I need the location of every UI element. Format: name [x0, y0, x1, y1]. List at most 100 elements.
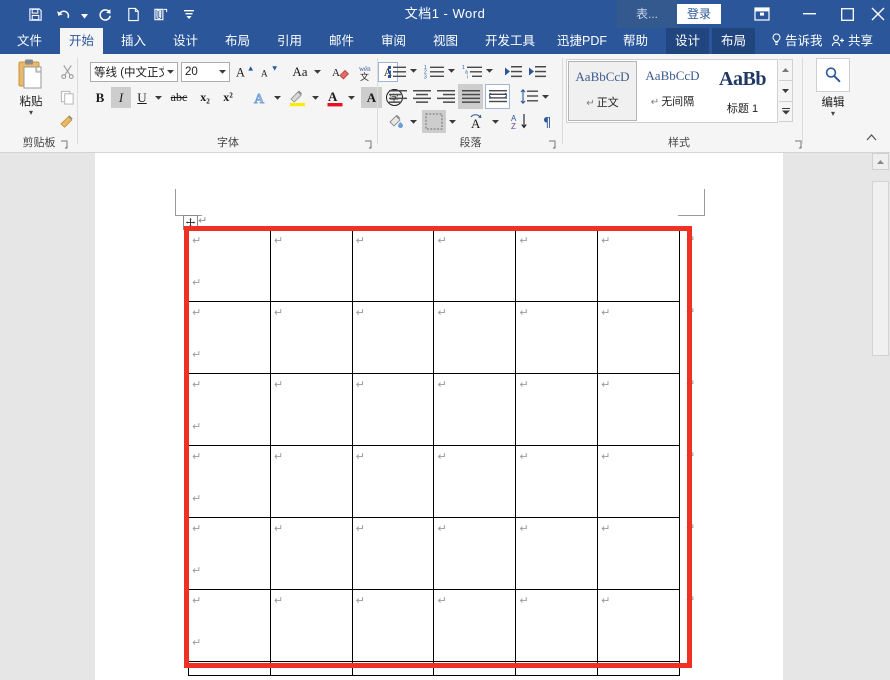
- share-button[interactable]: 共享: [822, 28, 882, 54]
- editing-button[interactable]: 编辑 ▾: [812, 58, 854, 118]
- maximize-button[interactable]: [828, 0, 866, 28]
- line-spacing-dropdown-icon[interactable]: [540, 86, 550, 107]
- table-cell[interactable]: ↵: [269, 373, 353, 446]
- grow-font-icon[interactable]: A: [234, 62, 255, 82]
- font-size-dropdown-icon[interactable]: [216, 63, 229, 81]
- align-center-icon[interactable]: [410, 86, 433, 107]
- table-cell[interactable]: ↵: [351, 517, 435, 590]
- table-cell[interactable]: ↵: [597, 445, 680, 518]
- sort-icon[interactable]: AZ: [508, 111, 532, 132]
- table-cell[interactable]: ↵: [351, 373, 435, 446]
- table-cell[interactable]: ↵: [351, 445, 435, 518]
- table-cell[interactable]: ↵: [515, 589, 599, 662]
- numbering-dropdown-icon[interactable]: [446, 61, 456, 81]
- decrease-indent-icon[interactable]: [502, 61, 524, 81]
- clear-formatting-icon[interactable]: A: [330, 62, 352, 82]
- table-move-handle[interactable]: [183, 215, 198, 230]
- change-case-icon[interactable]: Aa: [288, 62, 312, 82]
- highlight-icon[interactable]: [286, 87, 310, 108]
- tab-review[interactable]: 审阅: [372, 28, 415, 54]
- underline-button[interactable]: U: [132, 87, 152, 108]
- tab-layout[interactable]: 布局: [216, 28, 259, 54]
- style-heading-1[interactable]: AaBb 标题 1: [708, 61, 777, 121]
- italic-button[interactable]: I: [111, 87, 131, 108]
- clipboard-dialog-launcher[interactable]: [60, 140, 69, 149]
- distribute-icon[interactable]: [485, 84, 510, 109]
- table-cell[interactable]: ↵: [433, 373, 517, 446]
- table-row-partial[interactable]: [188, 661, 680, 676]
- table-row[interactable]: ↵ ↵ ↵ ↵ ↵ ↵ ↵: [188, 373, 680, 446]
- undo-icon[interactable]: [50, 1, 76, 27]
- table-cell[interactable]: ↵: [515, 373, 599, 446]
- shrink-font-icon[interactable]: A: [258, 62, 279, 82]
- tab-developer[interactable]: 开发工具: [476, 28, 544, 54]
- text-effects-icon[interactable]: A: [249, 87, 271, 108]
- tab-file[interactable]: 文件: [8, 28, 51, 54]
- table-cell[interactable]: ↵: [269, 589, 353, 662]
- table-row[interactable]: ↵ ↵ ↵ ↵ ↵ ↵ ↵: [188, 301, 680, 374]
- tab-home[interactable]: 开始: [60, 28, 104, 54]
- tab-mailings[interactable]: 邮件: [320, 28, 363, 54]
- table-cell[interactable]: ↵: [597, 301, 680, 374]
- increase-indent-icon[interactable]: [526, 61, 548, 81]
- format-painter-icon[interactable]: [56, 110, 78, 132]
- table-cell[interactable]: ↵ ↵: [188, 301, 271, 374]
- table-row[interactable]: ↵ ↵ ↵ ↵ ↵ ↵ ↵: [188, 445, 680, 518]
- close-button[interactable]: [866, 0, 890, 28]
- copy-icon[interactable]: [56, 86, 78, 108]
- table-cell[interactable]: ↵ ↵: [188, 517, 271, 590]
- table-cell[interactable]: ↵: [351, 589, 435, 662]
- superscript-button[interactable]: x²: [217, 87, 239, 108]
- paste-button[interactable]: 粘贴 ▾: [8, 58, 54, 117]
- table-cell[interactable]: [515, 661, 599, 676]
- table-cell[interactable]: ↵: [269, 517, 353, 590]
- highlight-dropdown-icon[interactable]: [310, 87, 320, 108]
- table-cell[interactable]: [269, 661, 353, 676]
- attachment-icon[interactable]: [148, 1, 174, 27]
- table-cell[interactable]: ↵: [351, 301, 435, 374]
- borders-dropdown-icon[interactable]: [446, 110, 459, 133]
- borders-icon[interactable]: [422, 110, 446, 133]
- shading-dropdown-icon[interactable]: [408, 111, 418, 132]
- asian-layout-dropdown-icon[interactable]: [490, 111, 500, 132]
- scrollbar-thumb[interactable]: [872, 181, 889, 356]
- styles-more-button[interactable]: [779, 101, 793, 122]
- asian-layout-icon[interactable]: A: [466, 111, 490, 132]
- document-page[interactable]: ↵ ↵ ↵ ↵ ↵ ↵ ↵ ↵ ↵ ↵ ↵ ↵ ↵ ↵ ↵ ↵ ↵ ↵ ↵ ↵ …: [95, 153, 783, 680]
- cut-icon[interactable]: [56, 60, 78, 82]
- document-table[interactable]: ↵ ↵ ↵ ↵ ↵ ↵ ↵ ↵ ↵ ↵ ↵ ↵ ↵ ↵ ↵ ↵ ↵ ↵ ↵ ↵ …: [188, 229, 680, 676]
- multilevel-list-icon[interactable]: 1ai: [460, 61, 484, 81]
- tab-help[interactable]: 帮助: [614, 28, 657, 54]
- tab-table-design[interactable]: 设计: [666, 28, 710, 54]
- table-cell[interactable]: ↵: [433, 517, 517, 590]
- table-cell[interactable]: ↵ ↵: [188, 229, 271, 302]
- paragraph-dialog-launcher[interactable]: [548, 140, 557, 149]
- justify-icon[interactable]: [458, 84, 483, 109]
- align-left-icon[interactable]: [386, 86, 409, 107]
- align-right-icon[interactable]: [434, 86, 457, 107]
- table-cell[interactable]: [351, 661, 435, 676]
- strikethrough-button[interactable]: abc: [166, 87, 192, 108]
- table-cell[interactable]: ↵: [433, 229, 517, 302]
- table-row[interactable]: ↵ ↵ ↵ ↵ ↵ ↵ ↵: [188, 517, 680, 590]
- tab-design[interactable]: 设计: [164, 28, 207, 54]
- font-color-icon[interactable]: A: [324, 87, 346, 108]
- font-name-dropdown-icon[interactable]: [164, 63, 177, 81]
- table-cell[interactable]: ↵: [269, 229, 353, 302]
- tab-references[interactable]: 引用: [268, 28, 311, 54]
- table-cell[interactable]: ↵: [515, 517, 599, 590]
- table-cell[interactable]: ↵: [269, 301, 353, 374]
- table-cell[interactable]: ↵: [433, 589, 517, 662]
- minimize-button[interactable]: [790, 0, 828, 28]
- sign-in-button[interactable]: 登录: [677, 4, 722, 24]
- bold-button[interactable]: B: [90, 87, 110, 108]
- new-document-icon[interactable]: [120, 1, 146, 27]
- table-cell[interactable]: [188, 661, 271, 676]
- font-size-combo[interactable]: 20: [181, 62, 230, 82]
- font-color-dropdown-icon[interactable]: [346, 87, 356, 108]
- subscript-button[interactable]: x₂: [194, 87, 216, 108]
- collapse-ribbon-button[interactable]: [862, 128, 880, 146]
- table-cell[interactable]: ↵: [351, 229, 435, 302]
- styles-scroll-up-button[interactable]: [779, 59, 793, 80]
- document-area[interactable]: ↵ ↵ ↵ ↵ ↵ ↵ ↵ ↵ ↵ ↵ ↵ ↵ ↵ ↵ ↵ ↵ ↵ ↵ ↵ ↵ …: [0, 153, 890, 680]
